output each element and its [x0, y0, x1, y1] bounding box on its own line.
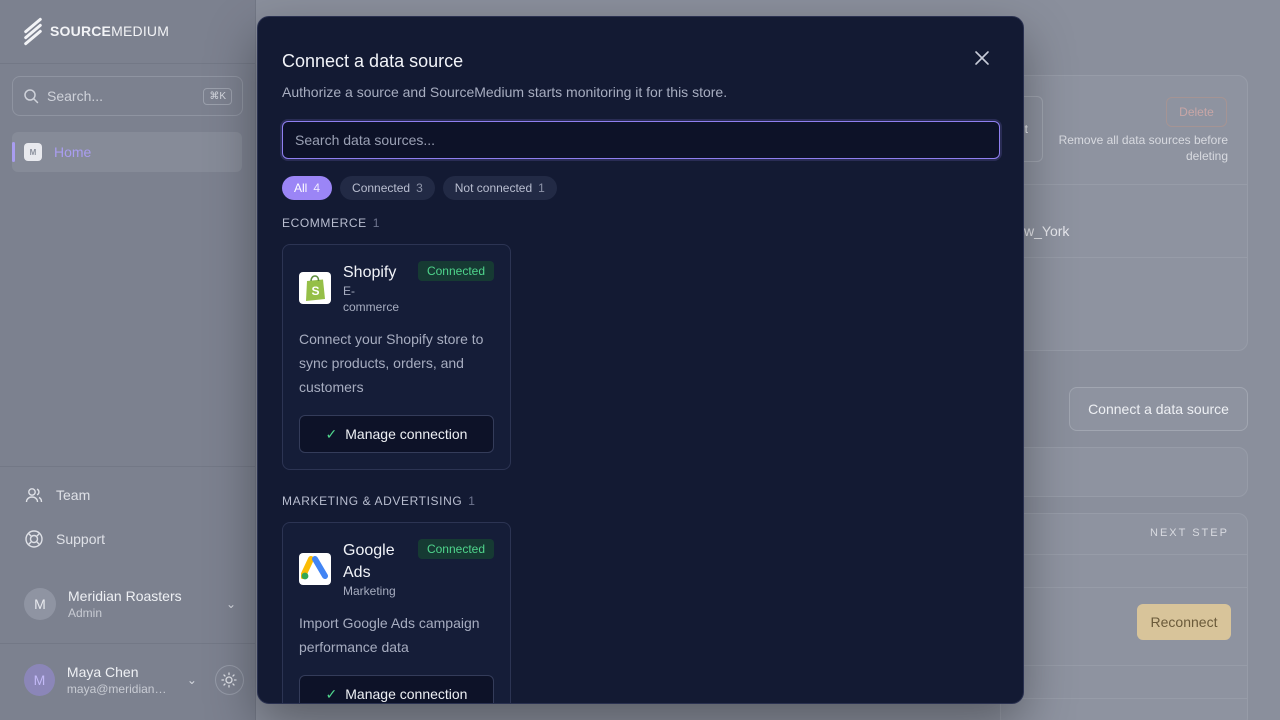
card-category: Marketing	[343, 584, 396, 598]
sidebar-search-placeholder: Search...	[47, 88, 104, 104]
filter-count: 4	[313, 181, 321, 195]
sidebar-divider	[0, 466, 256, 467]
org-switcher[interactable]: M Meridian Roasters Admin ⌄	[24, 588, 236, 620]
reconnect-button[interactable]: Reconnect	[1137, 604, 1231, 640]
card-description: Import Google Ads campaign performance d…	[299, 615, 480, 655]
table-divider	[1000, 665, 1248, 666]
sun-icon	[221, 672, 238, 688]
section-count: 1	[372, 216, 381, 230]
filter-count: 1	[538, 181, 545, 195]
modal-title: Connect a data source	[282, 51, 464, 71]
sidebar-item-team[interactable]: Team	[24, 485, 90, 505]
close-button[interactable]	[972, 49, 992, 69]
filter-count: 3	[416, 181, 423, 195]
sidebar-item-home[interactable]: M Home	[12, 132, 242, 172]
search-bar-background	[1000, 447, 1248, 497]
card-divider	[1000, 184, 1248, 185]
close-icon	[975, 51, 989, 65]
data-source-card-shopify: S Shopify E-commerce Connected Connect y…	[282, 244, 511, 470]
user-name: Maya Chen	[66, 664, 139, 680]
connect-data-source-button[interactable]: Connect a data source	[1069, 387, 1248, 431]
data-source-card-google-ads: Google Ads Marketing Connected Import Go…	[282, 522, 511, 703]
manage-connection-button[interactable]: ✓ Manage connection	[299, 675, 494, 703]
section-heading-ecommerce: ECOMMERCE 1	[282, 216, 380, 230]
check-icon: ✓	[325, 685, 338, 702]
section-title: ECOMMERCE	[282, 216, 367, 230]
org-name: Meridian Roasters	[68, 588, 182, 604]
delete-note: Remove all data sources before deleting	[1058, 133, 1228, 163]
svg-text:S: S	[311, 284, 319, 298]
card-description: Connect your Shopify store to sync produ…	[299, 331, 484, 395]
brand-logo[interactable]: SOURCEMEDIUM	[22, 17, 170, 46]
modal-subtitle: Authorize a source and SourceMedium star…	[282, 84, 728, 100]
sidebar: SOURCEMEDIUM Search... ⌘K M Home Team Su…	[0, 0, 256, 720]
timezone-value: w_York	[1024, 223, 1070, 239]
brand-name-rest: MEDIUM	[111, 23, 170, 39]
brand-name-bold: SOURCE	[50, 23, 112, 39]
filter-all[interactable]: All 4	[282, 176, 333, 200]
data-source-search-input[interactable]	[282, 121, 1000, 159]
check-icon: ✓	[325, 425, 338, 442]
status-badge: Connected	[418, 261, 494, 281]
filter-chips: All 4 Connected 3 Not connected 1	[282, 176, 557, 200]
manage-connection-button[interactable]: ✓ Manage connection	[299, 415, 494, 453]
users-icon	[25, 488, 43, 503]
filter-label: Not connected	[454, 181, 533, 195]
chevron-down-icon: ⌄	[225, 597, 236, 611]
sidebar-divider	[0, 63, 256, 64]
manage-connection-label: Manage connection	[345, 426, 468, 442]
user-menu[interactable]: M Maya Chen maya@meridianroasters.com ⌄	[24, 664, 244, 696]
section-heading-marketing: MARKETING & ADVERTISING 1	[282, 494, 476, 508]
filter-not-connected[interactable]: Not connected 1	[442, 176, 557, 200]
section-count: 1	[468, 494, 476, 508]
status-badge: Connected	[418, 539, 494, 559]
filter-label: Connected	[352, 181, 411, 195]
manage-connection-label: Manage connection	[345, 686, 468, 702]
sidebar-item-support[interactable]: Support	[24, 529, 105, 549]
card-name: Shopify	[343, 264, 397, 281]
sidebar-search[interactable]: Search... ⌘K	[12, 76, 243, 116]
table-divider	[1000, 698, 1248, 699]
home-badge: M	[24, 143, 42, 161]
table-divider	[1000, 554, 1248, 555]
card-name: Google Ads	[343, 542, 395, 581]
delete-store-button[interactable]: Delete	[1166, 97, 1227, 127]
sidebar-item-home-label: Home	[54, 144, 92, 160]
card-divider	[1000, 257, 1248, 258]
lifebuoy-icon	[25, 530, 43, 548]
google-ads-icon	[299, 553, 331, 585]
sidebar-item-team-label: Team	[56, 487, 91, 503]
logo-icon	[22, 17, 44, 46]
sidebar-item-support-label: Support	[56, 531, 106, 547]
user-email: maya@meridianroasters.com	[66, 682, 167, 696]
chevron-down-icon: ⌄	[186, 673, 197, 687]
theme-toggle-button[interactable]	[214, 665, 244, 695]
filter-label: All	[294, 181, 308, 195]
next-step-header: NEXT STEP	[1150, 527, 1229, 539]
table-divider	[1000, 587, 1248, 588]
org-avatar: M	[24, 588, 56, 620]
filter-connected[interactable]: Connected 3	[340, 176, 435, 200]
section-title: MARKETING & ADVERTISING	[282, 494, 463, 508]
sidebar-divider	[0, 643, 256, 644]
org-role: Admin	[68, 606, 103, 620]
connect-data-source-modal: Connect a data source Authorize a source…	[257, 16, 1024, 704]
shopify-icon: S	[299, 272, 331, 304]
user-avatar: M	[24, 664, 55, 696]
search-shortcut: ⌘K	[203, 87, 232, 105]
search-icon	[24, 89, 39, 104]
card-category: E-commerce	[343, 284, 400, 314]
